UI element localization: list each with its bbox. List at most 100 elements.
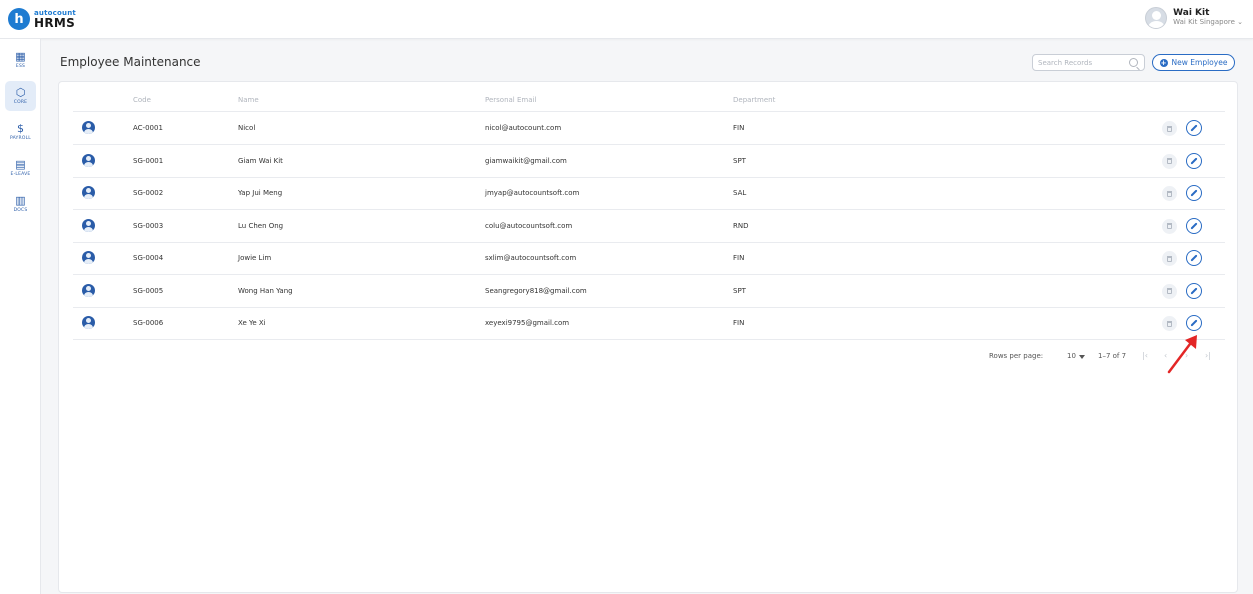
- document-icon: ▥: [15, 194, 26, 207]
- trash-icon: [1167, 255, 1172, 262]
- employee-name: Giam Wai Kit: [238, 156, 283, 165]
- edit-button[interactable]: [1186, 250, 1202, 266]
- edit-button[interactable]: [1186, 185, 1202, 201]
- logo-text: autocount HRMS: [34, 9, 76, 30]
- edit-button[interactable]: [1186, 282, 1202, 299]
- logo-mark: h: [8, 8, 30, 30]
- table-row[interactable]: SG-0004 Jowie Lim sxlim@autocountsoft.com F…: [73, 242, 1225, 275]
- employee-email: nicol@autocount.com: [485, 124, 562, 132]
- new-employee-button[interactable]: + New Employee: [1152, 54, 1235, 71]
- employee-code: SG-0004: [133, 254, 164, 262]
- dollar-icon: $: [17, 122, 24, 135]
- employee-code: SG-0003: [133, 221, 164, 230]
- last-page-button[interactable]: ›|: [1205, 351, 1211, 360]
- edit-button[interactable]: [1186, 315, 1202, 331]
- rows-per-page-label: Rows per page:: [989, 352, 1044, 360]
- cube-icon: ⬡: [15, 86, 26, 99]
- sidebar-item-payroll[interactable]: $ PAYROLL: [5, 117, 36, 147]
- table-row[interactable]: AC-0001 Nicol nicol@autocount.com FIN: [73, 112, 1225, 145]
- trash-icon: [1167, 158, 1172, 164]
- column-header-department[interactable]: Department: [733, 96, 775, 104]
- employee-name: Jowie Lim: [238, 254, 272, 262]
- employee-code: SG-0002: [133, 189, 164, 197]
- trash-icon: [1167, 288, 1172, 294]
- employee-code: AC-0001: [133, 124, 163, 132]
- sidebar-item-e-leave[interactable]: ▤ E-LEAVE: [5, 153, 36, 183]
- delete-button[interactable]: [1162, 186, 1177, 201]
- employee-department: RND: [733, 221, 749, 230]
- logo-product-text: HRMS: [34, 15, 76, 30]
- sidebar-item-label: PAYROLL: [10, 136, 31, 141]
- employee-email: sxlim@autocountsoft.com: [485, 254, 577, 262]
- employee-name: Wong Han Yang: [238, 286, 293, 295]
- rows-per-page-select[interactable]: 10: [1067, 352, 1076, 360]
- employee-avatar-icon: [82, 316, 95, 329]
- user-info[interactable]: Wai Kit Wai Kit Singapore ⌄: [1173, 8, 1243, 27]
- pencil-icon: [1190, 156, 1198, 165]
- employee-name: Xe Ye Xi: [238, 319, 266, 327]
- sidebar-item-label: DOCS: [13, 208, 28, 213]
- first-page-button[interactable]: |‹: [1142, 351, 1148, 360]
- delete-button[interactable]: [1162, 121, 1177, 136]
- employee-code: SG-0001: [133, 156, 164, 165]
- plus-circle-icon: +: [1159, 58, 1168, 67]
- employee-department: FIN: [733, 254, 745, 262]
- column-header-code[interactable]: Code: [133, 96, 151, 104]
- delete-button[interactable]: [1162, 153, 1177, 169]
- pencil-icon: [1190, 319, 1198, 327]
- table-row[interactable]: SG-0003 Lu Chen Ong colu@autocountsoft.com…: [73, 210, 1225, 243]
- column-header-name[interactable]: Name: [238, 96, 259, 104]
- table-row[interactable]: SG-0006 Xe Ye Xi xeyexi9795@gmail.com FIN: [73, 307, 1225, 340]
- delete-button[interactable]: [1162, 283, 1177, 299]
- employee-name: Nicol: [238, 124, 256, 132]
- pencil-icon: [1190, 124, 1198, 132]
- employee-avatar-icon: [82, 218, 95, 232]
- user-menu[interactable]: Wai Kit Wai Kit Singapore ⌄: [1145, 7, 1243, 29]
- edit-button[interactable]: [1186, 152, 1202, 169]
- table-row[interactable]: SG-0002 Yap Jui Meng jmyap@autocountsoft.c…: [73, 177, 1225, 210]
- app-logo[interactable]: h autocount HRMS: [8, 8, 76, 30]
- new-employee-label: New Employee: [1171, 58, 1228, 67]
- trash-icon: [1167, 320, 1172, 327]
- sidebar-item-core[interactable]: ⬡ CORE: [5, 81, 36, 111]
- pencil-icon: [1190, 286, 1198, 295]
- delete-button[interactable]: [1162, 251, 1177, 266]
- sidebar-item-docs[interactable]: ▥ DOCS: [5, 189, 36, 219]
- search-input[interactable]: [1038, 57, 1123, 69]
- pencil-icon: [1190, 189, 1198, 197]
- search-icon[interactable]: [1129, 58, 1138, 67]
- employee-name: Lu Chen Ong: [238, 221, 284, 230]
- annotation-arrow: [1167, 335, 1197, 374]
- employee-avatar-icon: [82, 283, 95, 297]
- table-row[interactable]: SG-0005 Wong Han Yang Seangregory818@gmail…: [73, 275, 1225, 308]
- delete-button[interactable]: [1162, 218, 1177, 234]
- search-box[interactable]: [1032, 54, 1145, 71]
- employee-code: SG-0006: [133, 319, 164, 327]
- sidebar-item-label: E-LEAVE: [10, 172, 31, 177]
- employee-email: jmyap@autocountsoft.com: [485, 189, 580, 197]
- sidebar-item-label: ESS: [15, 64, 26, 69]
- edit-button[interactable]: [1186, 217, 1202, 234]
- trash-icon: [1167, 125, 1172, 132]
- employee-name: Yap Jui Meng: [238, 189, 283, 197]
- user-avatar[interactable]: [1145, 7, 1168, 29]
- pencil-icon: [1190, 221, 1198, 230]
- employee-department: SPT: [733, 286, 746, 295]
- employee-email: xeyexi9795@gmail.com: [485, 319, 570, 327]
- chevron-down-icon[interactable]: [1079, 355, 1085, 359]
- column-header-email[interactable]: Personal Email: [485, 96, 536, 104]
- employee-table-card: Code Name Personal Email Department AC-0…: [58, 81, 1238, 593]
- delete-button[interactable]: [1162, 316, 1177, 331]
- employee-email: giamwaikit@gmail.com: [485, 156, 567, 165]
- company-selector[interactable]: Wai Kit Singapore ⌄: [1173, 18, 1243, 27]
- edit-button[interactable]: [1186, 120, 1202, 136]
- employee-department: SPT: [733, 156, 746, 165]
- trash-icon: [1167, 223, 1172, 229]
- table-row[interactable]: SG-0001 Giam Wai Kit giamwaikit@gmail.com S…: [73, 145, 1225, 178]
- sidebar-item-ess[interactable]: ▦ ESS: [5, 45, 36, 75]
- employee-department: SAL: [733, 189, 747, 197]
- employee-email: Seangregory818@gmail.com: [485, 286, 587, 295]
- calendar-icon: ▤: [15, 158, 26, 171]
- employee-department: FIN: [733, 319, 745, 327]
- table-header-row: Code Name Personal Email Department: [73, 82, 1225, 112]
